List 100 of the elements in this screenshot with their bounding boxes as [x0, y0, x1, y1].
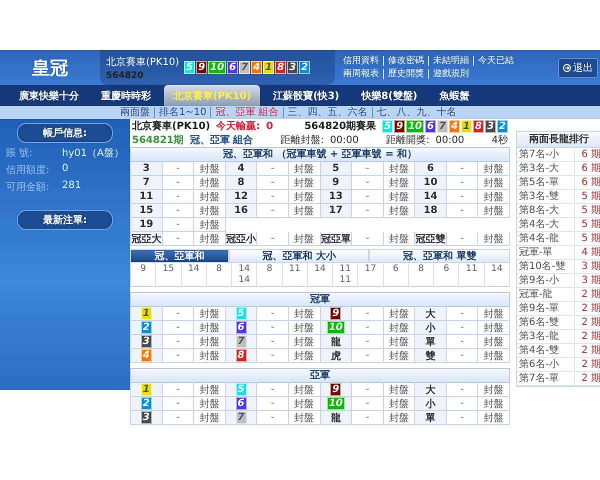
- bet-number: 7: [131, 176, 163, 190]
- odds-value: -: [257, 232, 289, 246]
- ranking-name: 冠軍-龍: [517, 288, 575, 301]
- section-heading: 帳戶信息:: [17, 123, 113, 143]
- odds-value: -: [162, 397, 194, 411]
- nav-tab[interactable]: 魚蝦蟹: [430, 85, 478, 106]
- ranking-count: 2 期: [580, 316, 600, 329]
- odds-value: -: [257, 190, 289, 204]
- ranking-count: 5 期: [580, 232, 600, 245]
- subnav-link[interactable]: 三、四、五、六名: [282, 107, 372, 118]
- ranking-count: 4 期: [580, 246, 600, 259]
- road-value: 8: [418, 264, 424, 275]
- countdown-seconds: 4秒: [492, 134, 508, 147]
- bet-number: 18: [415, 204, 447, 218]
- odds-value: -: [446, 190, 478, 204]
- road-value: 14: [188, 264, 200, 275]
- odds-value: -: [352, 411, 384, 425]
- odds-value: -: [162, 411, 194, 425]
- odds-value: -: [257, 162, 289, 176]
- header-link[interactable]: 今天已結: [473, 56, 518, 66]
- field-value: 281: [62, 180, 82, 193]
- bet-number: 5: [320, 162, 352, 176]
- odds-value: -: [162, 383, 194, 397]
- panel-title: 兩面長龍排行: [517, 132, 600, 148]
- odds-value: -: [162, 218, 194, 232]
- odds-value: -: [446, 321, 478, 335]
- odds-value: -: [162, 162, 194, 176]
- status-text: 封盤: [288, 232, 320, 246]
- section-heading: 最新注單:: [17, 210, 113, 230]
- game-title: 北京賽車(PK10): [132, 119, 210, 133]
- bet-label: 小: [415, 397, 447, 411]
- table-title: 亞軍: [130, 368, 510, 383]
- subnav-link[interactable]: 七、八、九、十名: [372, 107, 461, 118]
- header-link[interactable]: 遊戲規則: [428, 69, 473, 79]
- odds-value: -: [257, 397, 289, 411]
- bet-number: 16: [226, 204, 258, 218]
- odds-value: -: [446, 307, 478, 321]
- field-value: hy01（A盤）: [62, 147, 124, 160]
- odds-value: -: [446, 335, 478, 349]
- nav-tab[interactable]: 廣東快樂十分: [10, 85, 88, 106]
- ranking-count: 5 期: [580, 218, 600, 231]
- ranking-name: 第7名-小: [517, 148, 575, 161]
- field-value: 0: [62, 163, 68, 176]
- odds-value: -: [446, 232, 478, 246]
- bet-number: 15: [131, 204, 163, 218]
- header-link[interactable]: 歷史開獎: [383, 69, 428, 79]
- odds-value: -: [162, 190, 194, 204]
- odds-value: -: [257, 383, 289, 397]
- odds-value: -: [257, 176, 289, 190]
- odds-value: -: [162, 321, 194, 335]
- logout-button[interactable]: 退出: [558, 58, 598, 78]
- result-label: 564820期賽果: [304, 119, 376, 133]
- bet-type: 冠、亞軍 組合: [190, 134, 254, 147]
- countdown-time: 00:00: [330, 134, 359, 146]
- nav-tab[interactable]: 重慶時時彩: [92, 85, 160, 106]
- logout-icon: [563, 64, 571, 72]
- road-value: 17: [364, 264, 376, 275]
- subnav-link[interactable]: 排名1~10: [154, 107, 210, 118]
- chart-tab[interactable]: 冠、亞軍和 大小: [228, 249, 370, 263]
- bet-number: 冠亞大: [131, 232, 163, 246]
- bet-number: 11: [131, 190, 163, 204]
- bet-number: 冠亞單: [320, 232, 352, 246]
- ranking-count: 5 期: [580, 190, 600, 203]
- nav-tab[interactable]: 快樂8(雙盤): [352, 85, 426, 106]
- header-link[interactable]: 未結明細: [428, 56, 473, 66]
- field-label: 可用金額:: [6, 180, 50, 194]
- chart-tab[interactable]: 冠、亞軍和: [130, 249, 229, 263]
- ranking-count: 3 期: [580, 260, 600, 273]
- status-text: 封盤: [478, 176, 510, 190]
- field-label: 信用額度:: [6, 164, 50, 177]
- bet-label: 單: [415, 411, 447, 425]
- ranking-count: 6 期: [580, 176, 600, 189]
- odds-value: -: [352, 335, 384, 349]
- ranking-name: 第3名-龍: [517, 330, 575, 343]
- bet-number: 3: [131, 162, 163, 176]
- header-link[interactable]: 修改密碼: [383, 56, 428, 66]
- draw-number: 564821期: [132, 134, 184, 147]
- ranking-name: 冠軍-單: [517, 246, 575, 259]
- bet-number: 14: [415, 190, 447, 204]
- site-logo: 皇冠: [31, 56, 69, 80]
- odds-value: -: [352, 307, 384, 321]
- field-label: 賬 號:: [6, 146, 34, 160]
- ranking-count: 5 期: [580, 204, 600, 217]
- subnav-link[interactable]: 兩面盤: [116, 107, 154, 118]
- chart-tab[interactable]: 冠、亞軍和 單雙: [369, 249, 510, 263]
- header-link[interactable]: 信用資料: [343, 56, 383, 66]
- subnav-link[interactable]: 冠、亞軍 組合: [210, 107, 283, 118]
- odds-value: -: [162, 176, 194, 190]
- odds-value: -: [446, 176, 478, 190]
- today-value: 0: [266, 120, 274, 132]
- status-text: 封盤: [478, 321, 510, 335]
- bet-number: 8: [226, 176, 258, 190]
- odds-value: -: [162, 349, 194, 363]
- odds-value: -: [446, 411, 478, 425]
- status-text: 封盤: [478, 349, 510, 363]
- nav-tab[interactable]: 江蘇骰寶(快3): [264, 85, 348, 106]
- ranking-count: 3 期: [580, 274, 600, 287]
- header-link[interactable]: 兩周報表: [343, 69, 383, 79]
- odds-value: -: [162, 204, 194, 218]
- bet-number: 19: [131, 218, 163, 232]
